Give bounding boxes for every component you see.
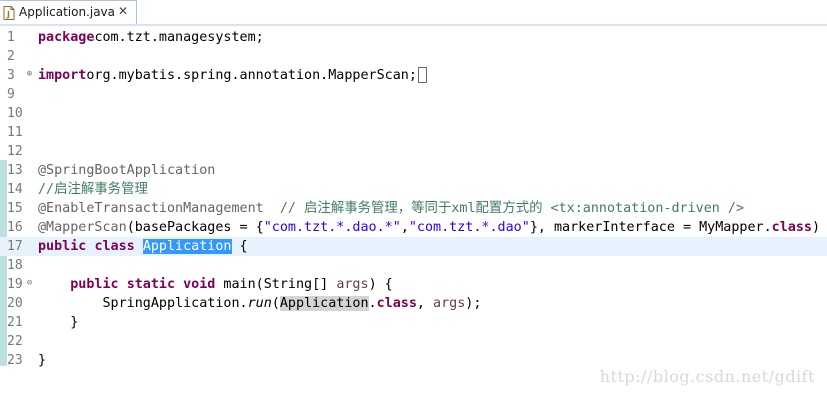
code-token: class xyxy=(376,296,417,311)
code-token: @EnableTransactionManagement xyxy=(38,201,264,216)
code-token: (basePackages = { xyxy=(126,220,264,235)
code-token: com.tzt.managesystem; xyxy=(94,30,264,45)
code-editor[interactable]: 1 packagecom.tzt.managesystem; 2 3 ⊕ importor… xyxy=(0,26,827,395)
code-token: "com.tzt.*.dao.*" xyxy=(263,220,401,235)
line-number: 14 xyxy=(7,182,23,197)
code-line[interactable]: 19 ⊖ public static void main(String[] arg… xyxy=(0,275,827,294)
code-token: run xyxy=(247,296,272,311)
line-number: 9 xyxy=(7,87,15,102)
line-number: 21 xyxy=(7,315,23,330)
code-line[interactable]: 1 packagecom.tzt.managesystem; xyxy=(0,28,827,47)
line-number: 11 xyxy=(7,125,23,140)
code-token: public xyxy=(70,277,119,292)
code-text: @SpringBootApplication xyxy=(38,161,215,180)
tab-title: Application.java xyxy=(19,5,116,19)
line-number: 13 xyxy=(7,163,23,178)
code-line[interactable]: 15 @EnableTransactionManagement // 启注解事务管… xyxy=(0,199,827,218)
code-token: //启注解事务管理 xyxy=(38,182,148,197)
code-token: args xyxy=(336,277,369,292)
code-token: SpringApplication. xyxy=(38,296,248,311)
code-line[interactable]: 17 public class Application { xyxy=(0,237,827,256)
code-token: Application xyxy=(142,239,232,254)
code-token: ); xyxy=(465,296,482,311)
code-line[interactable]: 21 } xyxy=(0,313,827,332)
code-line[interactable]: 12 xyxy=(0,142,827,161)
code-token: ( xyxy=(271,296,280,311)
expand-fold-icon[interactable]: ⊕ xyxy=(25,70,34,79)
line-number: 1 xyxy=(7,30,15,45)
code-token: package xyxy=(38,30,95,45)
code-line[interactable]: 20 SpringApplication.run(Application.cla… xyxy=(0,294,827,313)
code-text: } xyxy=(38,313,78,332)
code-token: "com.tzt.*.dao" xyxy=(408,220,530,235)
code-line[interactable]: 13 @SpringBootApplication xyxy=(0,161,827,180)
code-token: @SpringBootApplication xyxy=(38,163,216,178)
code-line[interactable]: 16 @MapperScan(basePackages = {"com.tzt.*… xyxy=(0,218,827,237)
code-line[interactable]: 10 xyxy=(0,104,827,123)
code-text: packagecom.tzt.managesystem; xyxy=(38,28,264,47)
code-text: public class Application { xyxy=(38,237,248,256)
line-number: 17 xyxy=(7,239,23,254)
close-icon[interactable]: ✕ xyxy=(116,4,130,18)
code-token: class xyxy=(94,239,135,254)
code-token: ) { xyxy=(368,277,393,292)
line-number: 16 xyxy=(7,220,23,235)
watermark: http://blog.csdn.net/gdift xyxy=(599,367,815,386)
code-line[interactable]: 22 xyxy=(0,332,827,351)
code-token: } xyxy=(38,315,79,330)
code-line[interactable]: 3 ⊕ importorg.mybatis.spring.annotation.Ma… xyxy=(0,66,827,85)
code-text: } xyxy=(38,351,46,370)
code-token: org.mybatis.spring.annotation.MapperScan… xyxy=(86,68,417,83)
code-token: import xyxy=(38,68,87,83)
editor-tab-bar: J Application.java ✕ xyxy=(0,0,827,26)
code-line[interactable]: 2 xyxy=(0,47,827,66)
svg-text:J: J xyxy=(6,10,10,19)
code-text: @MapperScan(basePackages = {"com.tzt.*.d… xyxy=(38,218,820,237)
line-number: 10 xyxy=(7,106,23,121)
code-token: static xyxy=(126,277,176,292)
code-token: { xyxy=(231,239,248,254)
code-line[interactable]: 18 xyxy=(0,256,827,275)
collapse-fold-icon[interactable]: ⊖ xyxy=(25,279,34,288)
code-text: @EnableTransactionManagement // 启注解事务管理，… xyxy=(38,199,744,218)
code-token: } xyxy=(38,353,47,368)
code-token: args xyxy=(433,296,466,311)
code-line[interactable]: 14 //启注解事务管理 xyxy=(0,180,827,199)
code-token: // 启注解事务管理，等同于xml配置方式的 <tx:annotation-dr… xyxy=(279,201,745,216)
code-text: SpringApplication.run(Application.class,… xyxy=(38,294,481,313)
code-line[interactable]: 9 xyxy=(0,85,827,104)
code-text: importorg.mybatis.spring.annotation.Mapp… xyxy=(38,66,427,85)
code-token: class xyxy=(771,220,812,235)
line-number: 20 xyxy=(7,296,23,311)
code-token: Application xyxy=(279,296,369,311)
line-number: 12 xyxy=(7,144,23,159)
line-number: 18 xyxy=(7,258,23,273)
code-token: @MapperScan xyxy=(38,220,127,235)
code-text: //启注解事务管理 xyxy=(38,180,148,199)
code-token: main(String[] xyxy=(215,277,337,292)
line-number: 23 xyxy=(7,353,23,368)
code-token: }, markerInterface = MyMapper. xyxy=(529,220,772,235)
line-number: 3 xyxy=(7,68,15,83)
code-token: , xyxy=(416,296,434,311)
code-token: public xyxy=(38,239,87,254)
line-number: 19 xyxy=(7,277,23,292)
line-number: 15 xyxy=(7,201,23,216)
code-text: public static void main(String[] args) { xyxy=(38,275,393,294)
java-file-icon: J xyxy=(3,6,15,20)
code-token: . xyxy=(368,296,377,311)
folded-imports-marker[interactable] xyxy=(417,67,427,83)
code-line[interactable]: 11 xyxy=(0,123,827,142)
line-number: 2 xyxy=(7,49,15,64)
tab-application-java[interactable]: J Application.java ✕ xyxy=(0,0,137,24)
code-token: , xyxy=(400,220,409,235)
line-number: 22 xyxy=(7,334,23,349)
code-token: ) xyxy=(811,220,821,235)
code-token: void xyxy=(183,277,216,292)
